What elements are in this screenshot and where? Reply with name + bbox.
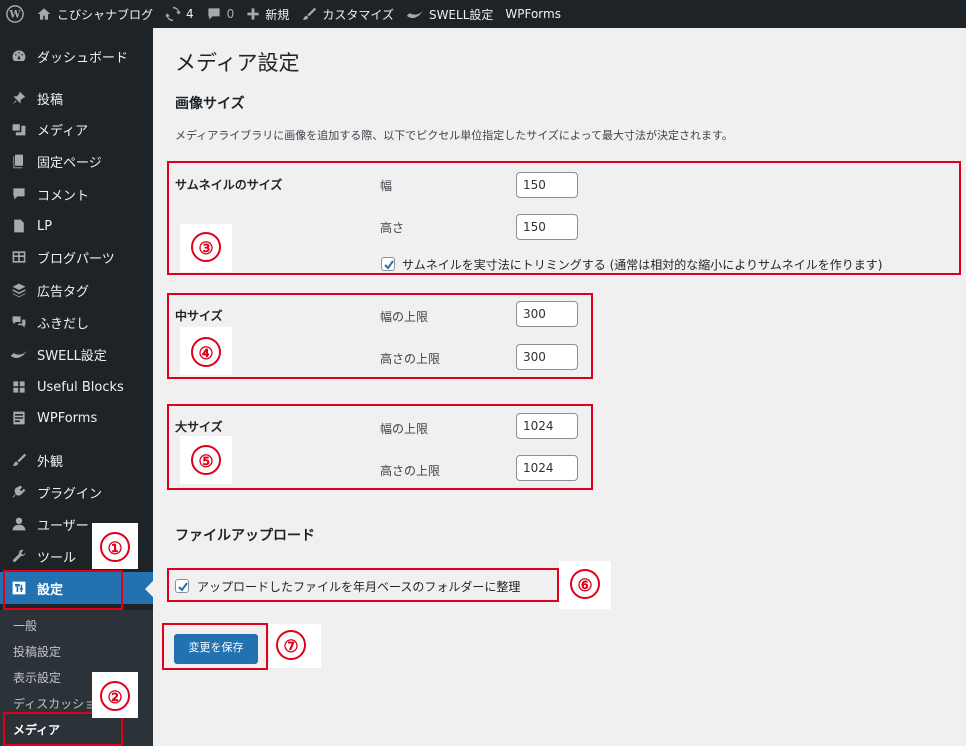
- sidebar-item-label: SWELL設定: [37, 348, 107, 364]
- grid-icon: [9, 247, 29, 267]
- dashboard-icon: [9, 46, 29, 66]
- wpforms-label: WPForms: [505, 7, 561, 21]
- sidebar-item-comments[interactable]: コメント: [0, 178, 153, 210]
- updates-icon: [165, 6, 182, 22]
- sidebar-item-label: メディア: [37, 123, 89, 139]
- image-sizes-description: メディアライブラリに画像を追加する際、以下でピクセル単位指定したサイズによって最…: [175, 129, 733, 142]
- comments-link[interactable]: 0: [200, 0, 241, 28]
- sidebar-item-lp[interactable]: LP: [0, 210, 153, 242]
- sidebar-item-label: 広告タグ: [37, 284, 90, 300]
- sidebar-item-wpforms[interactable]: WPForms: [0, 402, 153, 434]
- sidebar-item-appearance[interactable]: 外観: [0, 444, 153, 476]
- sidebar-item-posts[interactable]: 投稿: [0, 82, 153, 114]
- active-indicator: [145, 581, 153, 597]
- file-uploads-heading: ファイルアップロード: [175, 528, 315, 544]
- site-name-link[interactable]: こびシャナブログ: [30, 0, 159, 28]
- sidebar-item-label: Useful Blocks: [37, 379, 124, 395]
- customize-label: カスタマイズ: [322, 7, 394, 22]
- sidebar-item-plugins[interactable]: プラグイン: [0, 476, 153, 508]
- updates-link[interactable]: 4: [159, 0, 200, 28]
- submenu-item-writing[interactable]: 投稿設定: [13, 643, 61, 660]
- sidebar-item-label: ツール: [37, 550, 77, 566]
- sidebar-item-label: ふきだし: [37, 316, 90, 332]
- sidebar-item-label: ブログパーツ: [37, 251, 115, 267]
- user-icon: [9, 514, 29, 534]
- sidebar-item-fukidashi[interactable]: ふきだし: [0, 306, 153, 338]
- page-icon: [9, 151, 29, 171]
- page-title: メディア設定: [175, 51, 300, 75]
- annotation-box-7: [162, 623, 268, 670]
- site-name: こびシャナブログ: [57, 7, 154, 22]
- customize-link[interactable]: カスタマイズ: [295, 0, 400, 28]
- annotation-number-6: ⑥: [570, 569, 600, 599]
- annotation-box-3: [167, 161, 961, 275]
- sidebar-item-pages[interactable]: 固定ページ: [0, 145, 153, 177]
- annotation-box-1: [3, 570, 123, 610]
- sidebar-item-label: 外観: [37, 454, 64, 470]
- comment-icon: [9, 184, 29, 204]
- annotation-number-2: ②: [100, 681, 130, 711]
- admin-bar: W こびシャナブログ 4 0 新規 カスタマイズ SWELL設定 WPForms: [0, 0, 966, 28]
- swell-icon: [406, 10, 424, 19]
- wpforms-link[interactable]: WPForms: [499, 0, 567, 28]
- wordpress-logo-button[interactable]: W: [0, 0, 30, 28]
- speech-icon: [9, 312, 29, 332]
- svg-text:W: W: [8, 10, 21, 21]
- swell-icon: [9, 344, 29, 364]
- swell-settings-link[interactable]: SWELL設定: [400, 0, 499, 28]
- sidebar-item-label: WPForms: [37, 410, 98, 426]
- sidebar-item-label: 固定ページ: [37, 155, 102, 171]
- media-icon: [9, 119, 29, 139]
- home-icon: [37, 8, 51, 20]
- submenu-item-general[interactable]: 一般: [13, 617, 37, 634]
- sidebar-item-label: コメント: [37, 188, 90, 204]
- comment-icon: [208, 8, 220, 20]
- new-content-link[interactable]: 新規: [240, 0, 295, 28]
- wordpress-icon: W: [6, 5, 24, 23]
- annotation-number-7: ⑦: [276, 630, 306, 660]
- sidebar-item-label: LP: [37, 218, 53, 234]
- blocks-icon: [9, 377, 29, 397]
- sidebar-item-label: ダッシュボード: [37, 50, 129, 66]
- sidebar-item-ad-tags[interactable]: 広告タグ: [0, 274, 153, 306]
- annotation-number-5: ⑤: [191, 445, 221, 475]
- sidebar-item-swell-settings[interactable]: SWELL設定: [0, 338, 153, 370]
- brush-icon: [302, 7, 317, 20]
- annotation-box-6: [167, 568, 559, 602]
- form-icon: [9, 408, 29, 428]
- sidebar-item-useful-blocks[interactable]: Useful Blocks: [0, 371, 153, 403]
- image-sizes-heading: 画像サイズ: [175, 96, 245, 112]
- sidebar-item-media[interactable]: メディア: [0, 113, 153, 145]
- swell-label: SWELL設定: [428, 7, 494, 22]
- pin-icon: [9, 88, 29, 108]
- stack-icon: [9, 280, 29, 300]
- annotation-number-3: ③: [191, 232, 221, 262]
- sidebar-item-dashboard[interactable]: ダッシュボード: [0, 40, 153, 72]
- comments-count: 0: [226, 7, 235, 21]
- wrench-icon: [9, 546, 29, 566]
- plugin-icon: [9, 482, 29, 502]
- sidebar-item-label: 投稿: [37, 92, 64, 108]
- sidebar-item-blog-parts[interactable]: ブログパーツ: [0, 241, 153, 273]
- submenu-item-reading[interactable]: 表示設定: [13, 669, 61, 686]
- annotation-number-1: ①: [100, 532, 130, 562]
- plus-icon: [247, 8, 259, 20]
- brush-icon: [9, 450, 29, 470]
- document-icon: [9, 216, 29, 236]
- sidebar-item-label: ユーザー: [37, 518, 89, 534]
- annotation-number-4: ④: [191, 337, 221, 367]
- new-label: 新規: [265, 7, 290, 22]
- updates-count: 4: [186, 7, 194, 21]
- sidebar-item-label: プラグイン: [37, 486, 103, 502]
